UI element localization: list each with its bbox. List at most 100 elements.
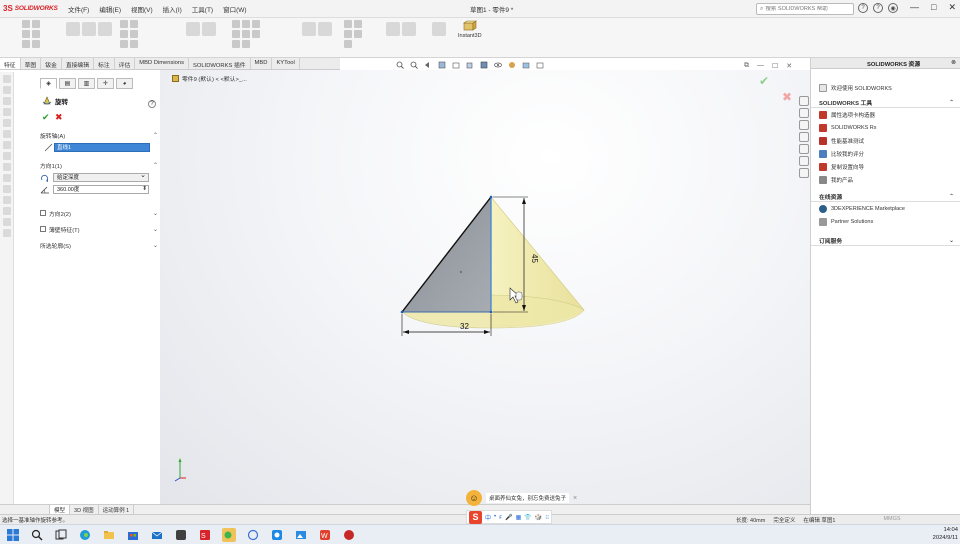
tool-link[interactable]: 复制设置向导 xyxy=(811,160,960,173)
move-body-icon[interactable] xyxy=(344,30,352,38)
toolbar-icon[interactable] xyxy=(3,97,11,105)
home-icon[interactable] xyxy=(798,96,809,106)
draft-icon[interactable] xyxy=(252,20,260,28)
tool-link[interactable]: 属性选项卡构造器 xyxy=(811,108,960,121)
close-button[interactable]: ✕ xyxy=(948,2,956,13)
direction2-checkbox[interactable] xyxy=(40,210,46,216)
boundary-cut-icon[interactable] xyxy=(130,30,138,38)
menu-insert[interactable]: 插入(I) xyxy=(163,4,182,14)
user-icon[interactable]: ◉ xyxy=(888,3,898,13)
tab-3d-views[interactable]: 3D 视图 xyxy=(70,505,99,514)
toolbar-icon[interactable] xyxy=(3,86,11,94)
ok-button[interactable]: ✔ xyxy=(42,112,50,123)
tools-section-header[interactable]: SOLIDWORKS 工具 ⌃ xyxy=(811,98,960,108)
mirror-icon[interactable] xyxy=(252,30,260,38)
options-icon[interactable] xyxy=(32,40,40,48)
save-icon[interactable] xyxy=(22,30,30,38)
tool-link[interactable]: 比较我的评分 xyxy=(811,147,960,160)
ime-keyboard-icon[interactable]: ▦ xyxy=(516,514,522,521)
view-settings-icon[interactable] xyxy=(536,61,544,69)
pattern-icon[interactable] xyxy=(202,22,216,36)
menu-window[interactable]: 窗口(W) xyxy=(223,4,246,14)
hole-wizard-icon[interactable] xyxy=(120,40,128,48)
thin-feature-header[interactable]: 薄壁特征(T) ⌄ xyxy=(40,224,158,234)
cancel-button[interactable]: ✖ xyxy=(55,112,63,123)
minimize-button[interactable]: — xyxy=(910,2,919,13)
previous-view-icon[interactable] xyxy=(424,61,432,69)
angle-input[interactable]: 360.00度 xyxy=(53,185,149,194)
appearance-icon[interactable] xyxy=(508,61,516,69)
toolbar-icon[interactable] xyxy=(3,108,11,116)
tab-sketch[interactable]: 草图 xyxy=(21,58,42,69)
sweep-icon[interactable] xyxy=(98,22,112,36)
thin-feature-checkbox[interactable] xyxy=(40,226,46,232)
vertical-dimension-value[interactable]: 45 xyxy=(530,254,539,263)
intersect-icon[interactable] xyxy=(242,30,250,38)
menu-file[interactable]: 文件(F) xyxy=(68,4,89,14)
scene-icon[interactable] xyxy=(522,61,530,69)
sketch-point[interactable] xyxy=(489,310,493,314)
ime-fullwidth[interactable]: ꜰ xyxy=(499,514,502,521)
configuration-manager-tab[interactable]: ▥ xyxy=(78,78,95,89)
tab-model[interactable]: 模型 xyxy=(50,505,71,514)
photos-icon[interactable] xyxy=(294,528,308,542)
toolbar-icon[interactable] xyxy=(3,229,11,237)
open-icon[interactable] xyxy=(32,20,40,28)
menu-view[interactable]: 视图(V) xyxy=(131,4,153,14)
sogou-logo-icon[interactable]: S xyxy=(469,510,482,524)
task-pane-close-icon[interactable]: ⊗ xyxy=(951,60,956,66)
ime-punctuation[interactable]: • xyxy=(494,514,496,520)
app-icon[interactable] xyxy=(174,528,188,542)
new-icon[interactable] xyxy=(22,20,30,28)
status-units[interactable]: MMGS xyxy=(883,516,900,524)
toolbar-icon[interactable] xyxy=(3,152,11,160)
loft-cut-icon[interactable] xyxy=(130,20,138,28)
dimxpert-tab[interactable]: ✛ xyxy=(97,78,114,89)
axis-selection-box[interactable]: 直线1 xyxy=(54,143,150,152)
fillet-icon[interactable] xyxy=(186,22,200,36)
zoom-area-icon[interactable] xyxy=(410,61,418,69)
tool-link[interactable]: 我的产品 xyxy=(811,173,960,186)
measure-icon[interactable] xyxy=(402,22,416,36)
wechat-icon[interactable] xyxy=(222,527,236,542)
view-palette-icon[interactable] xyxy=(798,132,809,142)
tab-blank[interactable] xyxy=(0,505,50,514)
combine-icon[interactable] xyxy=(354,30,362,38)
subscription-section-header[interactable]: 订阅服务 ⌄ xyxy=(811,236,960,246)
sketch-point[interactable] xyxy=(400,310,404,314)
end-condition-dropdown[interactable]: 给定深度 xyxy=(53,172,149,182)
tool-link[interactable]: SOLIDWORKS Rx xyxy=(811,121,960,134)
undo-icon[interactable] xyxy=(22,40,30,48)
design-library-icon[interactable] xyxy=(798,108,809,118)
online-link[interactable]: Partner Solutions xyxy=(811,215,960,228)
extrude-cut-icon[interactable] xyxy=(120,20,128,28)
shell-icon[interactable] xyxy=(232,30,240,38)
welcome-link[interactable]: 欢迎使用 SOLIDWORKS xyxy=(811,81,960,94)
zoom-to-fit-icon[interactable] xyxy=(396,61,404,69)
dome-icon[interactable] xyxy=(232,40,240,48)
toolbar-icon[interactable] xyxy=(3,174,11,182)
hide-show-icon[interactable] xyxy=(494,61,502,69)
toolbar-icon[interactable] xyxy=(3,185,11,193)
tab-mbd[interactable]: MBD xyxy=(251,58,273,69)
display-manager-tab[interactable]: ◕ xyxy=(116,78,133,89)
axis-section-header[interactable]: 旋转轴(A) ⌃ xyxy=(40,130,158,140)
toolbar-icon[interactable] xyxy=(3,207,11,215)
delete-body-icon[interactable] xyxy=(344,40,352,48)
revolve-cut-icon[interactable] xyxy=(120,30,128,38)
property-manager-tab[interactable]: ▤ xyxy=(59,78,76,89)
toolbar-icon[interactable] xyxy=(3,119,11,127)
notification-close-icon[interactable]: × xyxy=(573,495,577,502)
direction2-header[interactable]: 方向2(2) ⌄ xyxy=(40,208,158,218)
edge-browser-icon[interactable] xyxy=(78,528,92,542)
task-view-icon[interactable] xyxy=(54,528,68,542)
store-icon[interactable] xyxy=(126,528,140,542)
appearances-icon[interactable] xyxy=(798,144,809,154)
network-app-icon[interactable] xyxy=(246,528,260,542)
curves-icon[interactable] xyxy=(242,40,250,48)
tab-features[interactable]: 特征 xyxy=(0,58,21,69)
tab-evaluate[interactable]: 评估 xyxy=(115,58,136,69)
horizontal-dimension-value[interactable]: 32 xyxy=(460,322,469,331)
maximize-button[interactable]: □ xyxy=(931,2,936,13)
music-app-icon[interactable] xyxy=(342,528,356,542)
